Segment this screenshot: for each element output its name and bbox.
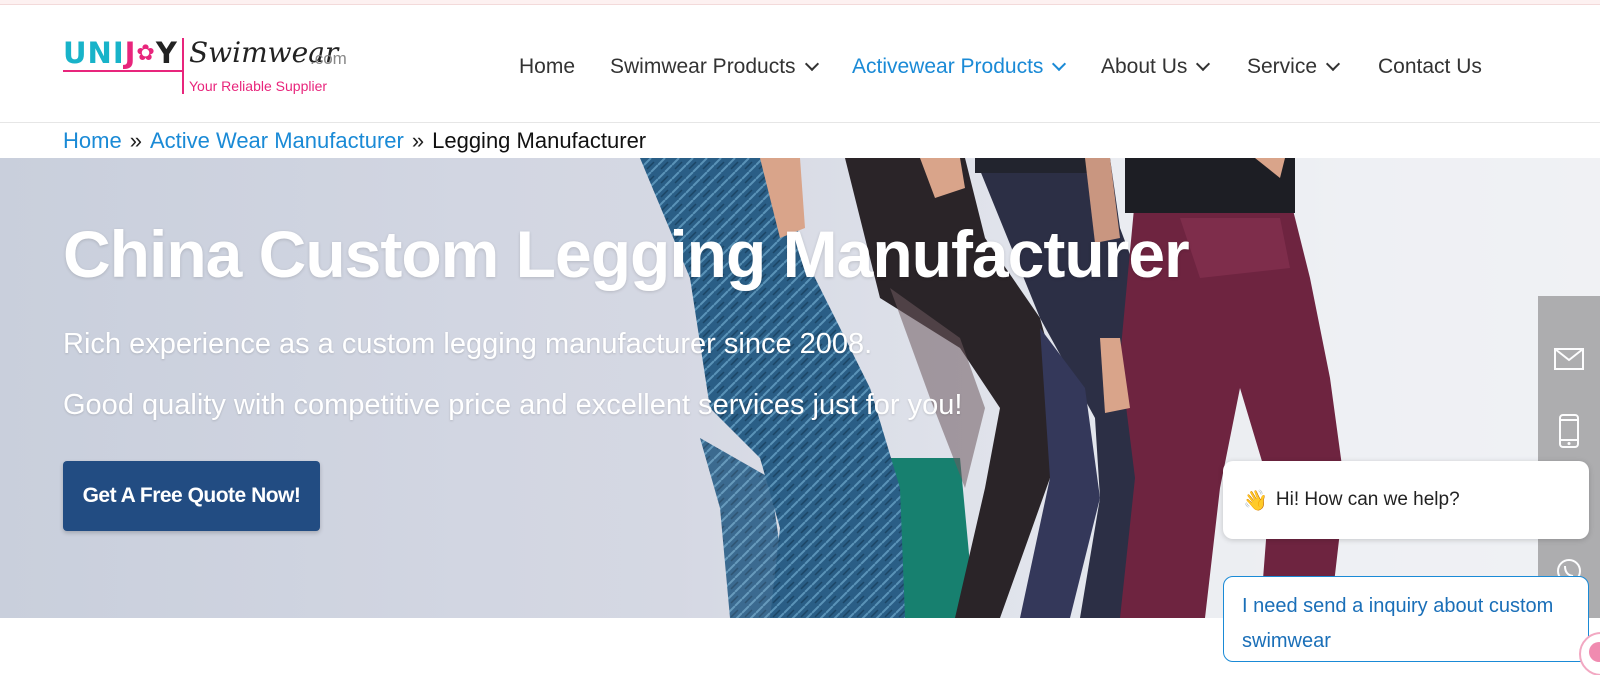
hero-subtitle-line1: Rich experience as a custom legging manu… <box>63 328 873 360</box>
hero-subtitle-line2: Good quality with competitive price and … <box>63 389 963 421</box>
nav-swimwear-products[interactable]: Swimwear Products <box>610 47 819 87</box>
hero-title: China Custom Legging Manufacturer <box>63 217 1190 291</box>
main-nav: Home Swimwear Products Activewear Produc… <box>0 47 1600 87</box>
nav-swimwear-products-label: Swimwear Products <box>610 55 796 78</box>
nav-activewear-products-label: Activewear Products <box>852 55 1044 78</box>
chat-greeting-text: Hi! How can we help? <box>1275 489 1460 510</box>
breadcrumb-active-wear[interactable]: Active Wear Manufacturer <box>150 128 404 154</box>
chat-avatar-icon <box>1589 642 1600 662</box>
nav-service-label: Service <box>1247 55 1318 78</box>
chevron-down-icon <box>1052 56 1067 72</box>
nav-home-label: Home <box>519 55 576 78</box>
chat-greeting-bubble[interactable]: 👋 Hi! How can we help? <box>1223 461 1589 539</box>
chevron-down-icon <box>804 56 819 72</box>
chat-inquiry-suggestion[interactable]: I need send a inquiry about custom swimw… <box>1223 576 1589 662</box>
contact-sidebar <box>1538 296 1600 618</box>
breadcrumb-separator: » <box>129 128 142 153</box>
chevron-down-icon <box>1325 56 1341 72</box>
breadcrumb-separator: » <box>411 128 425 153</box>
mail-icon[interactable] <box>1538 324 1600 394</box>
phone-icon[interactable] <box>1538 396 1600 466</box>
nav-service[interactable]: Service <box>1247 47 1341 87</box>
breadcrumb: Home » Active Wear Manufacturer » Leggin… <box>63 125 646 157</box>
hero-banner: China Custom Legging Manufacturer Rich e… <box>0 158 1600 618</box>
site-header: UNIJ✿Y Swimwear .com Your Reliable Suppl… <box>0 5 1600 123</box>
nav-activewear-products[interactable]: Activewear Products <box>852 47 1067 87</box>
nav-contact-us-label: Contact Us <box>1378 55 1482 78</box>
nav-home[interactable]: Home <box>519 47 575 87</box>
get-free-quote-button[interactable]: Get A Free Quote Now! <box>63 461 320 531</box>
nav-about-us[interactable]: About Us <box>1101 47 1211 87</box>
nav-contact-us[interactable]: Contact Us <box>1378 47 1482 87</box>
waving-hand-icon: 👋 <box>1243 489 1268 512</box>
chevron-down-icon <box>1196 56 1211 72</box>
breadcrumb-current: Legging Manufacturer <box>432 128 647 153</box>
breadcrumb-home[interactable]: Home <box>63 128 122 154</box>
mail-icon-svg <box>1554 348 1584 370</box>
phone-icon-svg <box>1559 414 1579 448</box>
nav-about-us-label: About Us <box>1101 55 1188 78</box>
